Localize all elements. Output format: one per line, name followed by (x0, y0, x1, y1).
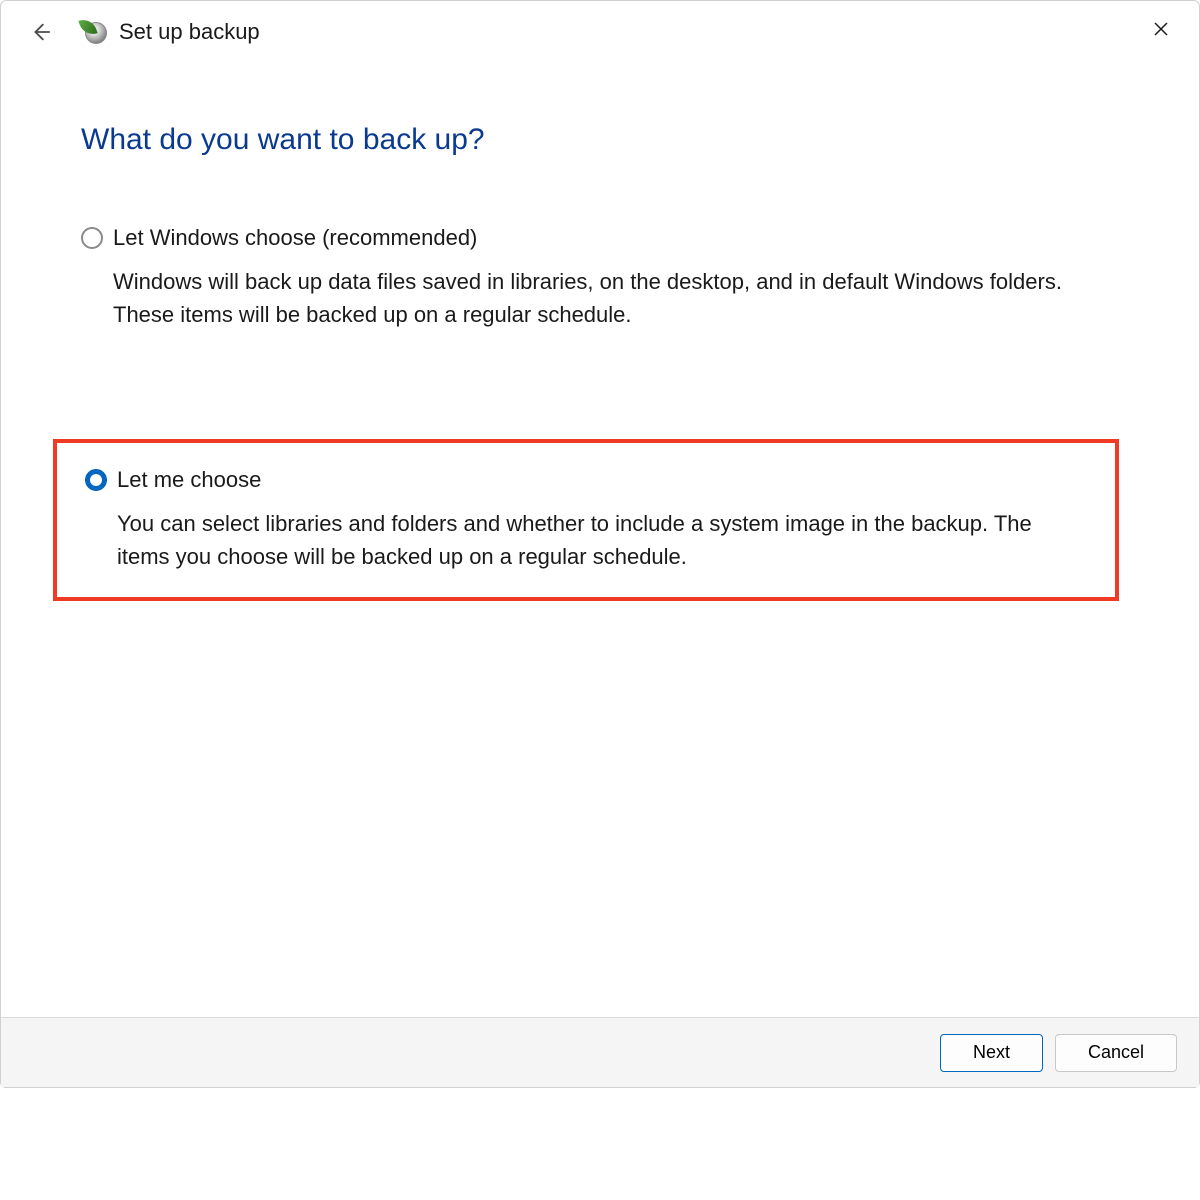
radio-windows-choose[interactable] (81, 227, 103, 249)
option-windows-choose[interactable]: Let Windows choose (recommended) Windows… (81, 225, 1119, 331)
arrow-left-icon (29, 21, 51, 43)
cancel-button[interactable]: Cancel (1055, 1034, 1177, 1072)
option-let-me-choose[interactable]: Let me choose You can select libraries a… (53, 439, 1119, 601)
wizard-footer: Next Cancel (1, 1017, 1199, 1087)
back-button[interactable] (23, 15, 57, 49)
close-button[interactable] (1145, 13, 1177, 45)
option-label: Let me choose (117, 467, 261, 493)
next-button[interactable]: Next (940, 1034, 1043, 1072)
wizard-window: Set up backup What do you want to back u… (0, 0, 1200, 1088)
backup-app-icon (81, 18, 109, 46)
option-description: You can select libraries and folders and… (117, 507, 1077, 573)
window-title: Set up backup (119, 19, 260, 45)
title-bar: Set up backup (1, 1, 1199, 49)
page-heading: What do you want to back up? (81, 123, 1119, 157)
option-label: Let Windows choose (recommended) (113, 225, 477, 251)
wizard-content: What do you want to back up? Let Windows… (1, 49, 1199, 1017)
radio-let-me-choose[interactable] (85, 469, 107, 491)
option-description: Windows will back up data files saved in… (113, 265, 1073, 331)
close-icon (1152, 20, 1170, 38)
